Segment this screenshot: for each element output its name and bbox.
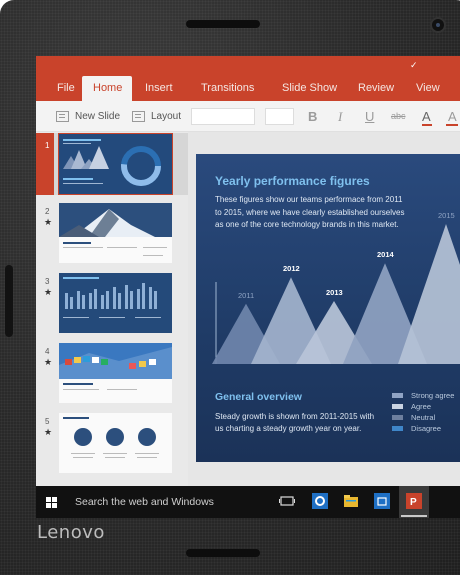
chart-year-label: 2011 [238,291,254,300]
tab-slide-show[interactable]: Slide Show [268,76,346,101]
animation-star-icon: ★ [44,427,53,437]
brand-logo: Lenovo [37,522,105,543]
legend-swatch [392,415,403,420]
tab-view[interactable]: View [402,76,452,101]
file-explorer-icon[interactable] [343,493,359,509]
legend-label: Strong agree [411,391,455,400]
layout-icon [132,111,145,122]
slide-thumbnail[interactable] [59,343,172,403]
new-slide-button[interactable]: New Slide [56,101,120,132]
thumbnail-bars-image [59,273,172,333]
thumbnail-chart-image [59,134,172,194]
animation-star-icon: ★ [44,217,53,227]
legend-label: Neutral [411,413,436,422]
font-name-box[interactable] [191,108,255,125]
screen: ✓ File Home Insert Transitions Slide Sho… [36,56,460,518]
slide-number: 4 [45,347,50,356]
checkmark-icon[interactable]: ✓ [410,60,418,71]
legend-item: Agree [392,401,454,412]
font-size-box[interactable] [265,108,294,125]
slide-thumbnail-row[interactable]: 2 ★ [36,203,188,265]
active-app-indicator [401,515,427,517]
slide-thumbnail[interactable] [59,203,172,263]
legend-swatch [392,426,403,431]
bottom-speaker-grille [186,549,260,557]
slide-overview-text[interactable]: Steady growth is shown from 2011-2015 wi… [215,411,375,435]
highlight-button[interactable]: A [446,101,458,132]
powerpoint-icon[interactable]: P [406,493,422,509]
edge-browser-icon[interactable] [312,493,328,509]
front-camera [430,17,446,33]
slide-number: 5 [45,417,50,426]
layout-label: Layout [151,111,182,122]
thumbnail-mountain-image [59,203,172,263]
tab-review[interactable]: Review [346,76,402,101]
slide-thumbnail[interactable] [58,133,173,195]
ribbon-header: ✓ File Home Insert Transitions Slide Sho… [36,56,460,101]
ribbon-tabs: File Home Insert Transitions Slide Show … [36,76,452,101]
tab-insert[interactable]: Insert [132,76,194,101]
slide-thumbnail-row[interactable]: 1 [36,133,188,195]
slide-editor: Yearly performance figures These figures… [188,132,460,486]
windows-logo-icon [52,503,57,508]
slide-thumbnail[interactable] [59,413,172,473]
legend-swatch [392,404,403,409]
slide-thumbnail-row[interactable]: 5 ★ [36,413,188,475]
slides-panel: 1 2 ★ 3 ★ 4 ★ 5 ★ [36,132,188,486]
store-icon[interactable] [374,493,390,509]
slide-thumbnail[interactable] [59,273,172,333]
strikethrough-button[interactable]: abc [391,101,406,132]
taskbar-search-box[interactable]: Search the web and Windows [75,496,214,508]
slide-number: 3 [45,277,50,286]
tab-transitions[interactable]: Transitions [194,76,268,101]
slide-thumbnail-row[interactable]: 3 ★ [36,273,188,335]
slide-thumbnail-row[interactable]: 4 ★ [36,343,188,405]
task-view-icon[interactable] [279,493,295,509]
new-slide-icon [56,111,69,122]
current-slide[interactable]: Yearly performance figures These figures… [196,154,460,462]
start-button[interactable] [46,497,57,508]
legend-label: Disagree [411,424,442,433]
tab-home[interactable]: Home [82,76,132,101]
windows-logo-icon [52,497,57,502]
home-toolbar: New Slide Layout B I U abc A A [36,101,460,132]
legend-item: Disagree [392,423,454,434]
legend-label: Agree [411,402,432,411]
windows-logo-icon [46,497,51,502]
legend-item: Strong agree [392,390,454,401]
underline-button[interactable]: U [365,101,374,132]
thumbnail-flags-image [59,343,172,403]
new-slide-label: New Slide [75,111,121,122]
animation-star-icon: ★ [44,357,53,367]
side-button[interactable] [5,265,13,337]
italic-button[interactable]: I [338,101,342,132]
legend-item: Neutral [392,412,454,423]
layout-button[interactable]: Layout [132,101,181,132]
slide-number: 1 [45,141,50,150]
chart-year-label: 2015 [438,211,455,220]
slide-number: 2 [45,207,50,216]
tab-file[interactable]: File [36,76,82,101]
legend-swatch [392,393,403,398]
chart-year-label: 2012 [283,264,300,273]
bold-button[interactable]: B [308,101,317,132]
chart-legend: Strong agree Agree Neutral Disagree [392,390,454,434]
windows-logo-icon [46,503,51,508]
chart-year-label: 2013 [326,288,343,297]
thumbnail-circles-image [59,413,172,473]
chart-year-label: 2014 [377,250,395,259]
chart-peak-2015[interactable] [398,224,460,364]
performance-chart[interactable]: 2011 2012 2013 2014 2015 [196,154,460,394]
animation-star-icon: ★ [44,287,53,297]
slide-subtitle[interactable]: General overview [215,391,302,403]
svg-text:P: P [410,497,417,508]
font-color-button[interactable]: A [422,101,432,132]
windows-taskbar: Search the web and Windows P [36,486,460,518]
top-speaker-grille [186,20,260,28]
